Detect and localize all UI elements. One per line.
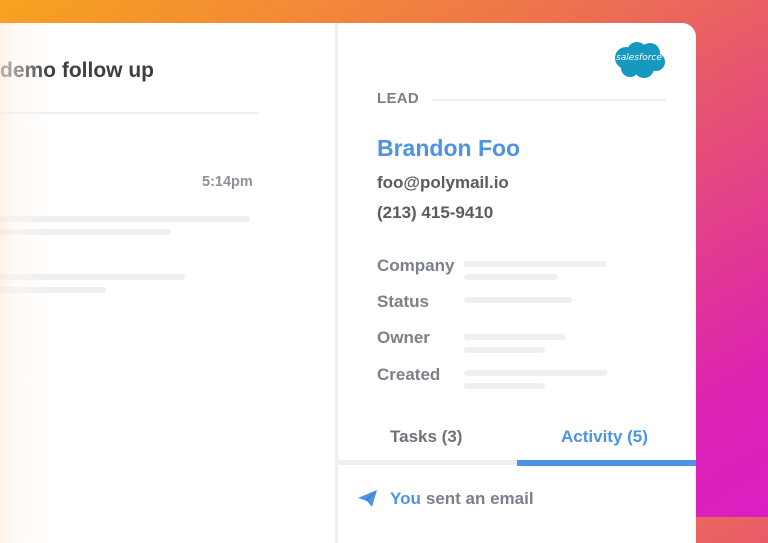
record-type-label: LEAD [377, 90, 420, 107]
field-value-placeholder [464, 334, 565, 340]
field-value-placeholder [464, 347, 545, 353]
salesforce-logo-text: salesforce [616, 53, 662, 63]
email-thread-pane: demo follow up 5:14pm [0, 23, 335, 543]
activity-actor: You [390, 489, 421, 508]
field-value-placeholder [464, 261, 607, 267]
fade-overlay [0, 23, 50, 543]
field-value-placeholder [464, 383, 545, 389]
field-value-placeholder [464, 370, 607, 376]
contact-name[interactable]: Brandon Foo [377, 135, 520, 162]
activity-description: sent an email [425, 489, 534, 508]
skeleton-line [0, 216, 250, 222]
activity-item[interactable]: You sent an email [358, 489, 534, 509]
field-value-placeholder [464, 274, 558, 280]
email-subject: demo follow up [0, 59, 154, 82]
app-window: demo follow up 5:14pm salesforce LEAD Br… [0, 23, 696, 543]
skeleton-line [0, 274, 185, 280]
tab-active-indicator [517, 460, 696, 466]
skeleton-line [0, 229, 171, 235]
paper-plane-icon [358, 490, 378, 508]
contact-phone[interactable]: (213) 415-9410 [377, 203, 493, 223]
contact-email[interactable]: foo@polymail.io [377, 173, 509, 193]
field-label: Status [377, 292, 429, 311]
message-timestamp: 5:14pm [202, 174, 253, 190]
record-type-divider [432, 99, 666, 101]
crm-panel: salesforce LEAD Brandon Foo foo@polymail… [338, 23, 696, 543]
subject-divider [0, 112, 259, 114]
tab-activity[interactable]: Activity (5) [561, 427, 648, 447]
skeleton-line [0, 287, 106, 293]
salesforce-logo-icon[interactable]: salesforce [612, 41, 666, 81]
field-label: Owner [377, 328, 430, 347]
tab-tasks[interactable]: Tasks (3) [390, 427, 462, 447]
field-label: Created [377, 365, 441, 384]
field-label: Company [377, 256, 455, 275]
field-value-placeholder [464, 297, 572, 303]
